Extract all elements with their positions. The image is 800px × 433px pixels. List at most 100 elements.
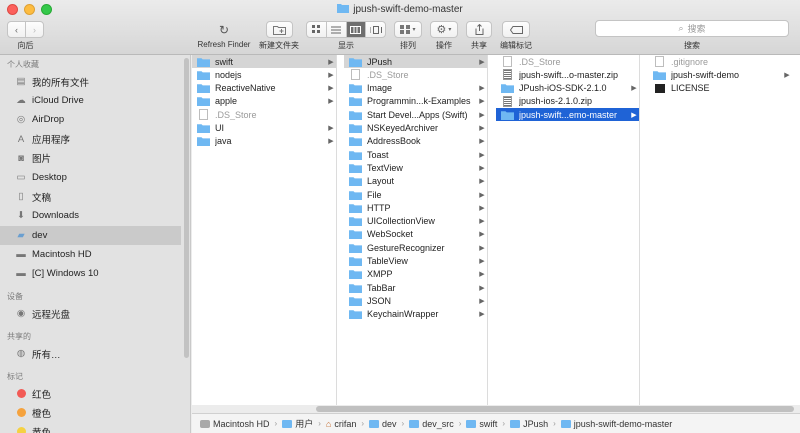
file-row[interactable]: LICENSE bbox=[648, 82, 792, 95]
folder-row[interactable]: jpush-swift-demo ▶ bbox=[648, 68, 792, 81]
sidebar-item[interactable]: 红色 bbox=[0, 384, 181, 403]
folder-row[interactable]: JPush-iOS-SDK-2.1.0 ▶ bbox=[496, 82, 639, 95]
horizontal-scrollbar[interactable] bbox=[316, 406, 794, 412]
folder-row[interactable]: Layout ▶ bbox=[344, 175, 487, 188]
folder-row[interactable]: java ▶ bbox=[192, 135, 336, 148]
refresh-finder-button[interactable]: ↻ bbox=[213, 21, 235, 38]
sidebar-scrollbar[interactable] bbox=[184, 58, 189, 358]
sidebar-item[interactable]: ▤ 我的所有文件 bbox=[0, 72, 181, 91]
sidebar-item[interactable]: ⬇ Downloads bbox=[0, 206, 181, 225]
sidebar-item[interactable]: ◎ AirDrop bbox=[0, 110, 181, 129]
new-folder-icon bbox=[273, 25, 286, 35]
sidebar-item[interactable]: ▯ 文稿 bbox=[0, 187, 181, 206]
item-name: .gitignore bbox=[671, 56, 709, 67]
sidebar-item[interactable]: ◉ 远程光盘 bbox=[0, 304, 181, 323]
folder-row[interactable]: AddressBook ▶ bbox=[344, 135, 487, 148]
folder-row[interactable]: File ▶ bbox=[344, 188, 487, 201]
file-row[interactable]: .DS_Store bbox=[344, 68, 487, 81]
edit-tags-button[interactable] bbox=[502, 21, 530, 38]
folder-row[interactable]: Image ▶ bbox=[344, 82, 487, 95]
item-name: TextView bbox=[367, 162, 403, 173]
sidebar-item[interactable]: ▬ Macintosh HD bbox=[0, 245, 181, 264]
folder-row[interactable]: swift ▶ bbox=[192, 55, 336, 68]
list-icon bbox=[331, 26, 342, 33]
folder-row[interactable]: NSKeyedArchiver ▶ bbox=[344, 122, 487, 135]
action-button[interactable]: ⚙ ▾ bbox=[430, 21, 458, 38]
file-row[interactable]: .gitignore bbox=[648, 55, 792, 68]
path-crumb[interactable]: dev_src bbox=[409, 419, 454, 429]
disclosure-arrow-icon: ▶ bbox=[631, 85, 637, 93]
path-separator-icon: › bbox=[318, 419, 321, 428]
folder-row[interactable]: WebSocket ▶ bbox=[344, 228, 487, 241]
disclosure-arrow-icon: ▶ bbox=[479, 138, 485, 146]
folder-row[interactable]: UI ▶ bbox=[192, 122, 336, 135]
sidebar-item[interactable]: 黄色 bbox=[0, 422, 181, 433]
column-view-button[interactable] bbox=[346, 22, 367, 37]
action-label: 操作 bbox=[436, 41, 452, 50]
path-bar: Macintosh HD › 用户 › ⌂ crifan › dev › dev_src › swif… bbox=[192, 413, 800, 433]
path-crumb[interactable]: ⌂ crifan bbox=[326, 419, 356, 429]
folder-row[interactable]: apple ▶ bbox=[192, 95, 336, 108]
tag-color-dot bbox=[16, 427, 26, 433]
sidebar-item[interactable]: ▰ dev bbox=[0, 225, 181, 245]
columns-icon bbox=[350, 25, 362, 34]
disclosure-arrow-icon: ▶ bbox=[328, 71, 334, 79]
folder-icon bbox=[197, 57, 210, 67]
sidebar-item[interactable]: 橙色 bbox=[0, 403, 181, 422]
sidebar-item[interactable]: ▭ Desktop bbox=[0, 168, 181, 187]
search-field[interactable]: ⌕ 搜索 bbox=[595, 20, 789, 37]
path-crumb[interactable]: dev bbox=[369, 419, 397, 429]
sidebar-item-label: Macintosh HD bbox=[32, 248, 92, 260]
path-crumb[interactable]: swift bbox=[466, 419, 497, 429]
folder-icon bbox=[349, 97, 362, 107]
path-crumb[interactable]: Macintosh HD bbox=[200, 419, 270, 429]
arrange-button[interactable]: ▾ bbox=[394, 21, 422, 38]
sidebar-item[interactable]: ☁ iCloud Drive bbox=[0, 91, 181, 110]
item-name: JSON bbox=[367, 295, 392, 306]
folder-row[interactable]: UICollectionView ▶ bbox=[344, 215, 487, 228]
folder-row[interactable]: KeychainWrapper ▶ bbox=[344, 308, 487, 321]
disclosure-arrow-icon: ▶ bbox=[479, 218, 485, 226]
folder-icon bbox=[349, 150, 362, 160]
forward-button[interactable]: › bbox=[26, 22, 43, 37]
folder-row[interactable]: GestureRecognizer ▶ bbox=[344, 241, 487, 254]
share-button[interactable] bbox=[466, 21, 492, 38]
path-crumb[interactable]: 用户 bbox=[282, 417, 313, 430]
folder-row[interactable]: Programmin...k-Examples ▶ bbox=[344, 95, 487, 108]
folder-row[interactable]: TextView ▶ bbox=[344, 161, 487, 174]
file-row[interactable]: .DS_Store bbox=[496, 55, 639, 68]
folder-icon: ▰ bbox=[17, 229, 25, 241]
path-crumb[interactable]: jpush-swift-demo-master bbox=[560, 419, 672, 429]
path-crumb[interactable]: JPush bbox=[510, 419, 548, 429]
sidebar-item-label: Desktop bbox=[32, 172, 67, 183]
folder-row[interactable]: jpush-swift...emo-master ▶ bbox=[496, 108, 639, 122]
icon-view-button[interactable] bbox=[307, 22, 327, 37]
disclosure-arrow-icon: ▶ bbox=[479, 204, 485, 212]
file-row[interactable]: .DS_Store bbox=[192, 108, 336, 121]
sidebar-item[interactable]: ◍ 所有… bbox=[0, 344, 181, 363]
folder-row[interactable]: TableView ▶ bbox=[344, 255, 487, 268]
folder-row[interactable]: JSON ▶ bbox=[344, 294, 487, 307]
folder-row[interactable]: Toast ▶ bbox=[344, 148, 487, 161]
file-row[interactable]: jpush-swift...o-master.zip bbox=[496, 68, 639, 81]
folder-icon bbox=[369, 419, 380, 428]
folder-row[interactable]: HTTP ▶ bbox=[344, 201, 487, 214]
arrange-label: 排列 bbox=[400, 41, 416, 50]
folder-row[interactable]: XMPP ▶ bbox=[344, 268, 487, 281]
folder-row[interactable]: ReactiveNative ▶ bbox=[192, 82, 336, 95]
new-folder-button[interactable] bbox=[266, 21, 293, 38]
back-button[interactable]: ‹ bbox=[8, 22, 26, 37]
list-view-button[interactable] bbox=[327, 22, 347, 37]
file-row[interactable]: jpush-ios-2.1.0.zip bbox=[496, 95, 639, 108]
cover-flow-view-button[interactable] bbox=[366, 22, 385, 37]
folder-row[interactable]: Start Devel...Apps (Swift) ▶ bbox=[344, 108, 487, 121]
folder-icon bbox=[349, 177, 362, 187]
sidebar-item[interactable]: A 应用程序 bbox=[0, 130, 181, 149]
sidebar-item[interactable]: ▬ [C] Windows 10 bbox=[0, 264, 181, 283]
folder-row[interactable]: JPush ▶ bbox=[344, 55, 487, 68]
sidebar-item-label: 我的所有文件 bbox=[32, 77, 90, 89]
folder-row[interactable]: TabBar ▶ bbox=[344, 281, 487, 294]
folder-row[interactable]: nodejs ▶ bbox=[192, 68, 336, 81]
sidebar-item[interactable]: ◙ 图片 bbox=[0, 149, 181, 168]
disclosure-arrow-icon: ▶ bbox=[631, 111, 637, 119]
